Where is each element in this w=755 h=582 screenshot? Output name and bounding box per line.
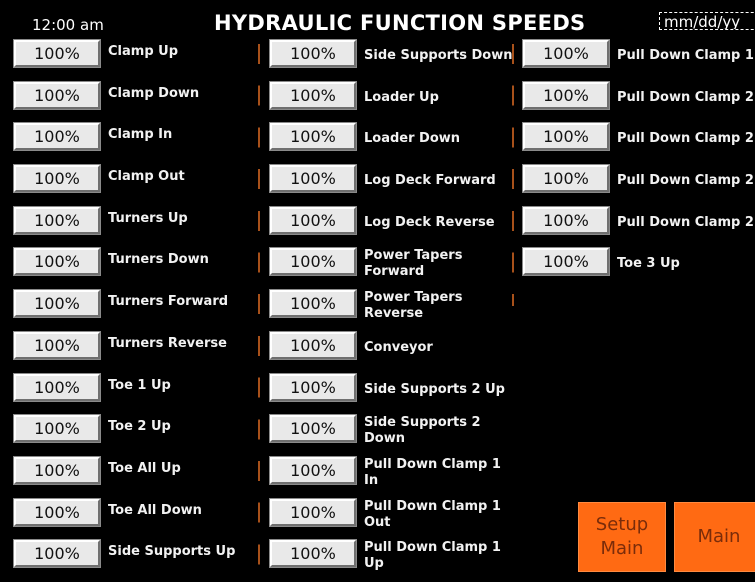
speed-value-button[interactable]: 100% xyxy=(14,165,100,193)
function-label: Side Supports 2 Up xyxy=(364,381,505,397)
speed-value-button[interactable]: 100% xyxy=(523,248,609,276)
function-label: Side Supports 2 Down xyxy=(364,415,481,447)
speed-value-button[interactable]: 100% xyxy=(14,456,100,484)
function-label: Toe 3 Up xyxy=(617,256,680,272)
function-label: Toe 2 Up xyxy=(108,419,171,435)
speed-value-button[interactable]: 100% xyxy=(270,498,356,526)
speed-value-button[interactable]: 100% xyxy=(14,290,100,318)
main-button[interactable]: Main xyxy=(674,502,755,572)
speed-value-button[interactable]: 100% xyxy=(14,498,100,526)
setup-main-button[interactable]: Setup Main xyxy=(578,502,666,572)
speed-value-button[interactable]: 100% xyxy=(523,81,609,109)
function-label: Turners Forward xyxy=(108,294,229,310)
function-label: Log Deck Forward xyxy=(364,173,496,189)
function-label: Clamp Down xyxy=(108,85,200,101)
column-divider-1 xyxy=(258,44,260,574)
speed-value-button[interactable]: 100% xyxy=(270,290,356,318)
setup-main-label-line2: Main xyxy=(600,538,644,559)
speed-value-button[interactable]: 100% xyxy=(270,456,356,484)
speed-value-button[interactable]: 100% xyxy=(270,165,356,193)
function-label: Turners Up xyxy=(108,210,188,226)
clock-time: 12:00 am xyxy=(32,16,104,34)
speed-value-button[interactable]: 100% xyxy=(14,40,100,67)
speed-value-button[interactable]: 100% xyxy=(14,248,100,276)
function-label: Turners Down xyxy=(108,252,209,268)
speed-value-button[interactable]: 100% xyxy=(270,40,356,67)
function-label: Toe All Up xyxy=(108,460,181,476)
date-field[interactable]: mm/dd/yy xyxy=(659,12,755,30)
speed-value-button[interactable]: 100% xyxy=(270,248,356,276)
speed-value-button[interactable]: 100% xyxy=(270,123,356,151)
function-label: Pull Down Clamp 1 In xyxy=(364,456,501,488)
setup-main-label-line1: Setup xyxy=(595,514,649,535)
function-label: Pull Down Clamp 2 Down xyxy=(617,214,755,230)
speed-value-button[interactable]: 100% xyxy=(523,165,609,193)
speed-value-button[interactable]: 100% xyxy=(14,373,100,401)
speed-value-button[interactable]: 100% xyxy=(523,40,609,67)
function-label: Pull Down Clamp 1 Out xyxy=(364,498,501,530)
speed-value-button[interactable]: 100% xyxy=(14,415,100,443)
function-label: Power Tapers Forward xyxy=(364,248,463,280)
function-label: Toe 1 Up xyxy=(108,377,171,393)
speed-value-button[interactable]: 100% xyxy=(270,415,356,443)
function-label: Toe All Down xyxy=(108,502,202,518)
speed-value-button[interactable]: 100% xyxy=(14,540,100,568)
function-label: Pull Down Clamp 2 Up xyxy=(617,173,755,189)
function-label: Log Deck Reverse xyxy=(364,214,495,230)
function-label: Clamp Out xyxy=(108,169,185,185)
function-label: Conveyor xyxy=(364,339,433,355)
function-label: Loader Up xyxy=(364,89,439,105)
function-label: Turners Reverse xyxy=(108,335,227,351)
speed-value-button[interactable]: 100% xyxy=(270,206,356,234)
function-label: Pull Down Clamp 1 Up xyxy=(364,540,501,572)
speed-value-button[interactable]: 100% xyxy=(14,206,100,234)
function-label: Clamp In xyxy=(108,127,173,143)
function-label: Pull Down Clamp 2 In xyxy=(617,89,755,105)
function-label: Side Supports Up xyxy=(108,544,236,560)
speed-value-button[interactable]: 100% xyxy=(523,123,609,151)
function-label: Clamp Up xyxy=(108,44,179,59)
speed-value-button[interactable]: 100% xyxy=(270,331,356,359)
main-button-label: Main xyxy=(697,526,741,547)
function-label: Power Tapers Reverse xyxy=(364,290,463,322)
page-title: HYDRAULIC FUNCTION SPEEDS xyxy=(214,11,586,35)
speed-value-button[interactable]: 100% xyxy=(270,540,356,568)
header-bar: 12:00 am HYDRAULIC FUNCTION SPEEDS mm/dd… xyxy=(0,0,755,38)
speed-value-button[interactable]: 100% xyxy=(14,331,100,359)
function-label: Pull Down Clamp 2 Out xyxy=(617,131,755,147)
speed-value-button[interactable]: 100% xyxy=(523,206,609,234)
speed-value-button[interactable]: 100% xyxy=(14,123,100,151)
speed-value-button[interactable]: 100% xyxy=(270,373,356,401)
function-label: Side Supports Down xyxy=(364,48,513,63)
speed-value-button[interactable]: 100% xyxy=(270,81,356,109)
function-label: Pull Down Clamp 1 Down xyxy=(617,48,755,63)
function-label: Loader Down xyxy=(364,131,461,147)
speed-value-button[interactable]: 100% xyxy=(14,81,100,109)
